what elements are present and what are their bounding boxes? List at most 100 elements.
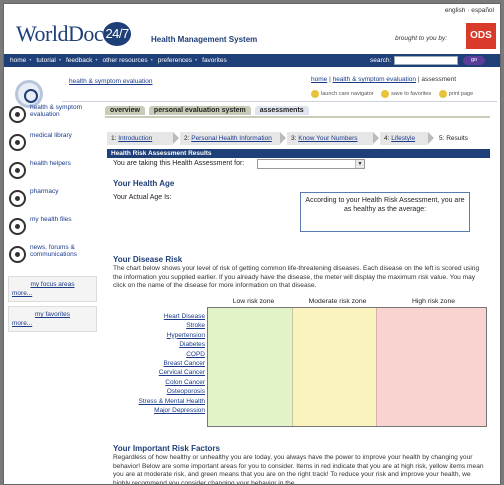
sidebar-item-health-helpers[interactable]: health helpers [4, 160, 101, 188]
disease-link-breast-cancer[interactable]: Breast Cancer [116, 359, 205, 368]
nav-separator: • [195, 57, 198, 64]
disease-risk-heading: Your Disease Risk [113, 255, 183, 264]
focus-areas-link[interactable]: my focus areas [12, 281, 93, 288]
stethoscope-icon [9, 106, 26, 123]
nav-feedback[interactable]: feedback [66, 57, 92, 64]
browser-page: english · español WorldDoc 24/7 Health Ma… [3, 3, 501, 485]
header-divider [62, 101, 497, 102]
step-results: 5: Results [435, 132, 490, 145]
step-arrow [373, 132, 379, 144]
section-link[interactable]: health & symptom evaluation [69, 78, 152, 85]
favorites-box: my favorites more... [8, 306, 97, 332]
breadcrumb-current: assessment [421, 76, 457, 83]
chevron-down-icon: ▼ [355, 160, 364, 168]
nav-separator: • [58, 57, 62, 64]
focus-more-link[interactable]: more... [12, 290, 93, 297]
lang-english-link[interactable]: english [445, 7, 466, 14]
search-label: search: [370, 57, 392, 64]
pill-icon [9, 190, 26, 207]
speech-icon [9, 246, 26, 263]
breadcrumb: home | health & symptom evaluation | ass… [311, 76, 457, 83]
folder-icon [381, 90, 390, 98]
nav-separator: • [150, 57, 153, 64]
high-risk-label: High risk zone [411, 298, 456, 305]
worlddoc-logo[interactable]: WorldDoc 24/7 [16, 21, 132, 47]
step-personal-health[interactable]: 2: Personal Health Information [180, 132, 280, 145]
step-arrow [173, 132, 179, 144]
nav-favorites[interactable]: favorites [202, 57, 227, 64]
sidebar: health & symptom evaluation medical libr… [4, 104, 101, 332]
tab-personal-evaluation[interactable]: personal evaluation system [148, 106, 251, 115]
sidebar-item-health-files[interactable]: my health files [4, 216, 101, 244]
save-favorites-link[interactable]: save to favorites [381, 90, 434, 98]
logo-text: WorldDoc [16, 21, 104, 46]
favorites-more-link[interactable]: more... [12, 320, 93, 327]
my-favorites-link[interactable]: my favorites [12, 311, 93, 318]
focus-areas-box: my focus areas more... [8, 276, 97, 302]
low-risk-label: Low risk zone [232, 298, 275, 305]
sidebar-item-medical-library[interactable]: medical library [4, 132, 101, 160]
disease-link-depression[interactable]: Major Depression [116, 406, 205, 415]
navigator-icon [311, 90, 319, 98]
nav-tutorial[interactable]: tutorial [36, 57, 56, 64]
nav-preferences[interactable]: preferences [158, 57, 192, 64]
lang-separator: · [467, 7, 470, 14]
tab-underline [105, 116, 490, 118]
disease-link-colon-cancer[interactable]: Colon Cancer [116, 378, 205, 387]
brought-by-label: brought to you by: [395, 35, 448, 42]
sidebar-item-health-symptom[interactable]: health & symptom evaluation [4, 104, 101, 132]
breadcrumb-section[interactable]: health & symptom evaluation [333, 76, 416, 83]
disease-list: Heart Disease Stroke Hypertension Diabet… [116, 312, 205, 415]
step-arrow [280, 132, 286, 144]
health-age-heading: Your Health Age [113, 179, 175, 188]
high-risk-zone [376, 308, 486, 426]
book-icon [9, 134, 26, 151]
step-know-numbers[interactable]: 3: Know Your Numbers [287, 132, 373, 145]
disease-link-osteoporosis[interactable]: Osteoporosis [116, 387, 205, 396]
actual-age-label: Your Actual Age Is: [113, 194, 172, 201]
disease-risk-description: The chart below shows your level of risk… [113, 265, 480, 289]
folder-icon [9, 218, 26, 235]
clock-icon [9, 162, 26, 179]
logo-badge: 24/7 [103, 22, 132, 46]
health-age-message: According to your Health Risk Assessment… [300, 192, 470, 232]
disease-link-diabetes[interactable]: Diabetes [116, 340, 205, 349]
disease-link-stress[interactable]: Stress & Mental Health [116, 397, 205, 406]
step-introduction[interactable]: 1: Introduction [107, 132, 173, 145]
disease-link-heart[interactable]: Heart Disease [116, 312, 205, 321]
search-go-button[interactable]: go [463, 56, 485, 65]
print-page-link[interactable]: print page [438, 90, 476, 98]
moderate-risk-label: Moderate risk zone [308, 298, 367, 305]
nav-separator: • [95, 57, 98, 64]
results-header: Health Risk Assessment Results [107, 149, 490, 158]
risk-factors-description: Regardless of how healthy or unhealthy y… [113, 454, 484, 485]
step-lifestyle[interactable]: 4: Lifestyle [380, 132, 428, 145]
sponsor-logo[interactable]: ODS [466, 23, 496, 49]
low-risk-zone [208, 308, 292, 426]
step-arrow [428, 132, 434, 144]
breadcrumb-home[interactable]: home [311, 76, 327, 83]
disease-link-hypertension[interactable]: Hypertension [116, 331, 205, 340]
tab-overview[interactable]: overview [105, 106, 145, 115]
disease-link-copd[interactable]: COPD [116, 350, 205, 359]
disease-link-stroke[interactable]: Stroke [116, 321, 205, 330]
sidebar-item-news-forums[interactable]: news, forums & communications [4, 244, 101, 272]
tab-assessments[interactable]: assessments [254, 106, 309, 115]
step-progress: 1: Introduction 2: Personal Health Infor… [107, 132, 490, 145]
care-navigator-link[interactable]: launch care navigator [311, 90, 377, 98]
nav-separator: • [29, 57, 32, 64]
top-nav: home • tutorial • feedback • other resource… [4, 54, 500, 67]
disease-link-cervical-cancer[interactable]: Cervical Cancer [116, 368, 205, 377]
sidebar-item-pharmacy[interactable]: pharmacy [4, 188, 101, 216]
search-input[interactable] [394, 56, 458, 65]
app-subtitle: Health Management System [151, 35, 258, 44]
nav-other-resources[interactable]: other resources [102, 57, 147, 64]
language-switcher: english · español [445, 7, 494, 14]
nav-home[interactable]: home [10, 57, 26, 64]
assessment-for-label: You are taking this Health Assessment fo… [113, 160, 245, 167]
risk-factors-heading: Your Important Risk Factors [113, 444, 220, 453]
risk-meter-chart [207, 307, 487, 427]
printer-icon [438, 90, 447, 98]
lang-espanol-link[interactable]: español [471, 7, 494, 14]
assessment-for-select[interactable]: ▼ [257, 159, 365, 169]
